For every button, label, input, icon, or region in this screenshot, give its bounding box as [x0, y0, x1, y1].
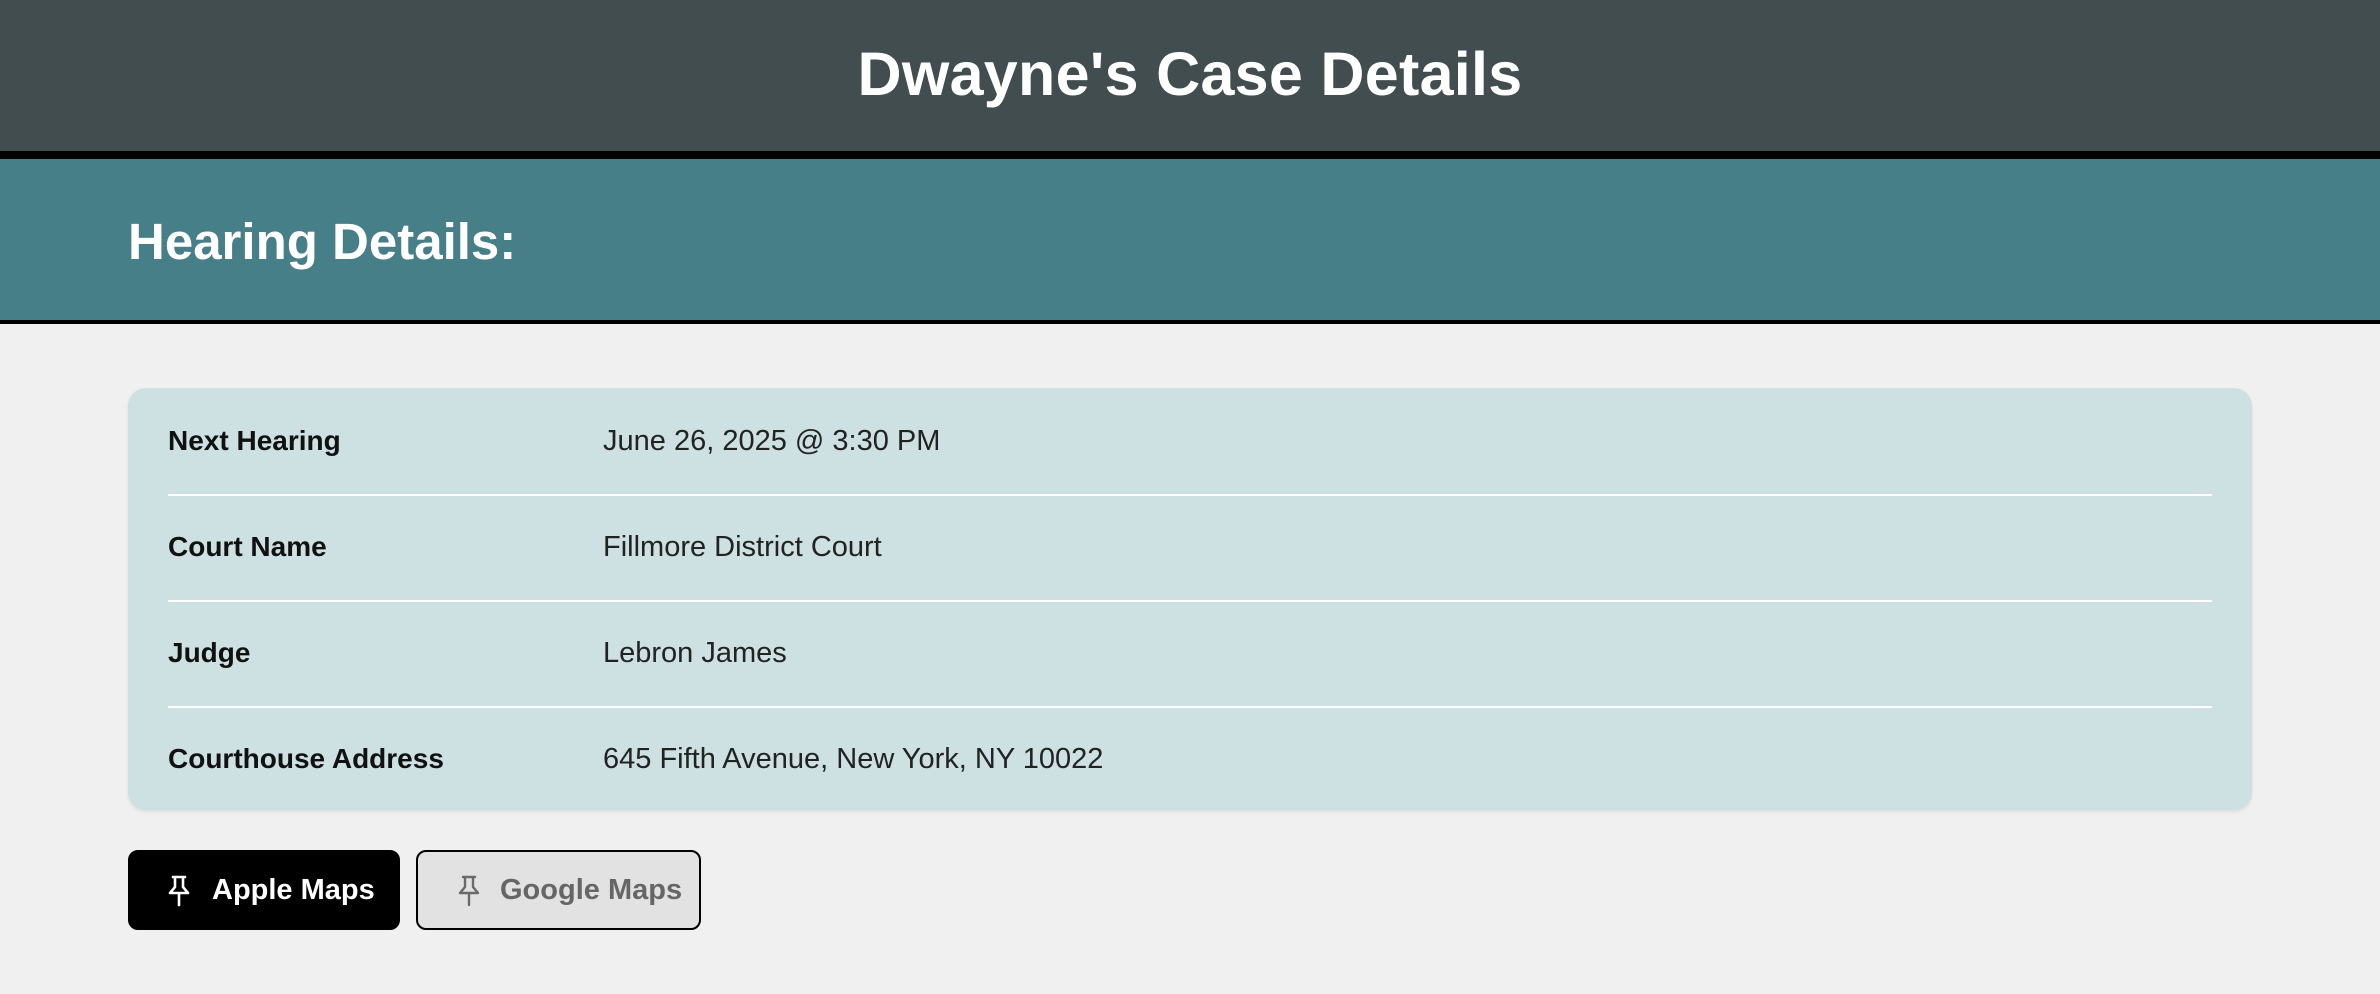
- google-maps-button[interactable]: Google Maps: [416, 850, 701, 930]
- detail-value: June 26, 2025 @ 3:30 PM: [603, 424, 941, 457]
- hearing-details-card: Next Hearing June 26, 2025 @ 3:30 PM Cou…: [128, 388, 2252, 810]
- detail-value: Lebron James: [603, 636, 787, 669]
- page-title: Dwayne's Case Details: [857, 39, 1523, 108]
- detail-label: Courthouse Address: [168, 743, 444, 774]
- pin-icon: [458, 875, 480, 907]
- pin-icon: [168, 875, 190, 907]
- apple-maps-label: Apple Maps: [212, 873, 375, 906]
- detail-row-judge: Judge Lebron James: [168, 600, 2212, 708]
- detail-value: Fillmore District Court: [603, 530, 882, 563]
- section-title: Hearing Details:: [128, 213, 517, 270]
- section-header: Hearing Details:: [0, 159, 2380, 324]
- page-header: Dwayne's Case Details: [0, 0, 2380, 159]
- detail-value: 645 Fifth Avenue, New York, NY 10022: [603, 742, 1104, 775]
- detail-label: Judge: [168, 637, 251, 668]
- detail-label: Court Name: [168, 531, 327, 562]
- detail-row-next-hearing: Next Hearing June 26, 2025 @ 3:30 PM: [168, 388, 2212, 496]
- google-maps-label: Google Maps: [500, 873, 683, 906]
- detail-label: Next Hearing: [168, 425, 341, 456]
- detail-row-courthouse-address: Courthouse Address 645 Fifth Avenue, New…: [168, 706, 2212, 812]
- apple-maps-button[interactable]: Apple Maps: [128, 850, 400, 930]
- detail-row-court-name: Court Name Fillmore District Court: [168, 494, 2212, 602]
